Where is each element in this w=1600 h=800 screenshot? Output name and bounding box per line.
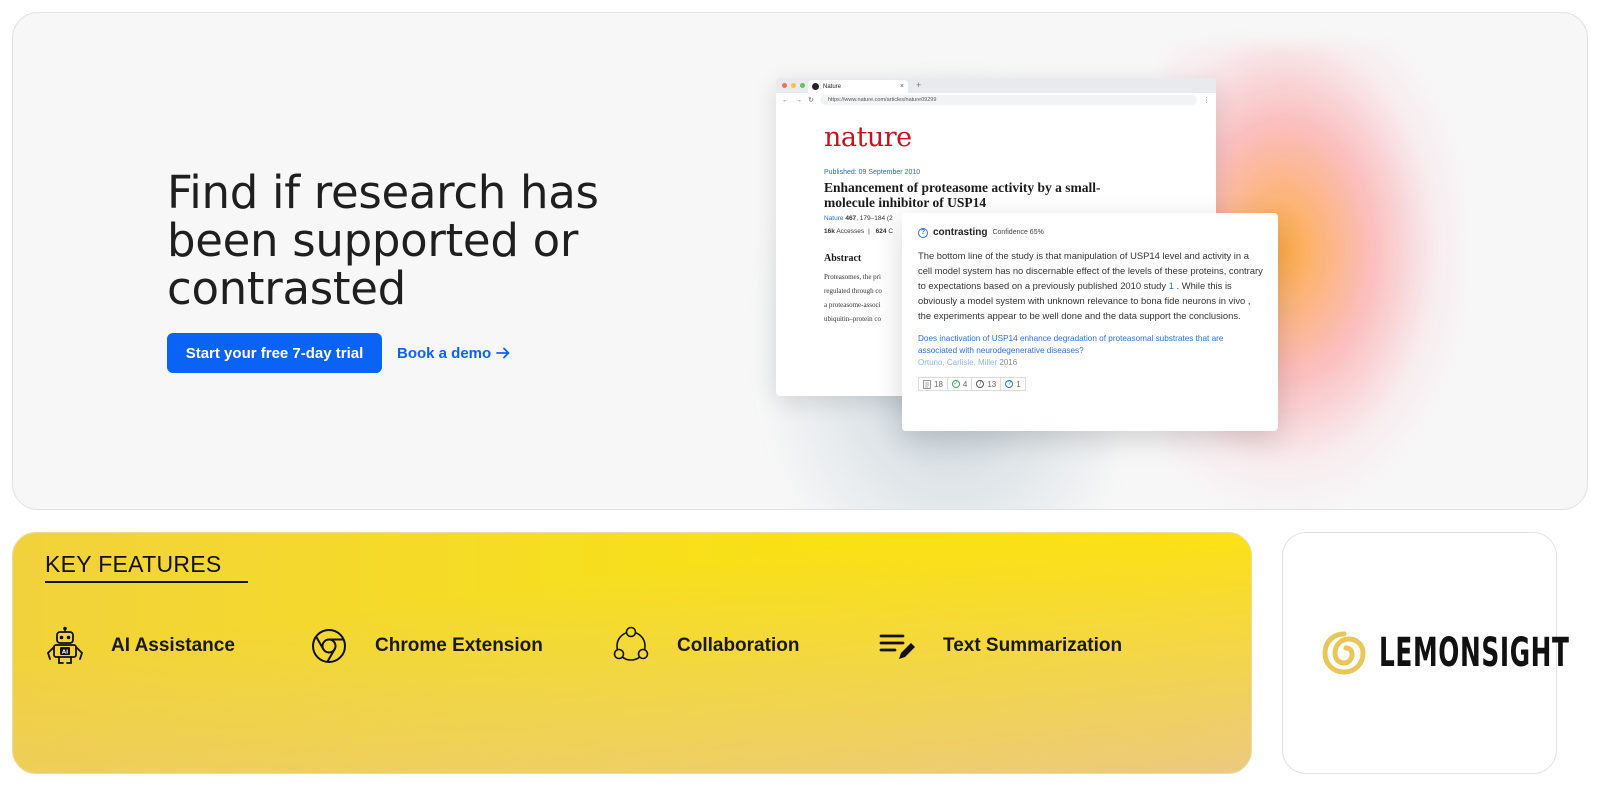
year: 2016 (999, 358, 1018, 367)
citation-popup: ? contrasting Confidence 65% The bottom … (902, 213, 1278, 431)
abstract-line: regulated through co (824, 287, 882, 295)
favicon-icon (812, 83, 819, 90)
citation-statement: The bottom line of the study is that man… (918, 248, 1264, 323)
article-title: Enhancement of proteasome activity by a … (824, 180, 1101, 210)
citations-label: C (888, 228, 894, 235)
new-tab-icon: + (916, 80, 922, 90)
feature-label: Collaboration (677, 635, 800, 656)
reload-icon: ↻ (808, 97, 814, 104)
url-field: https://www.nature.com/articles/nature09… (819, 95, 1197, 105)
accesses-count: 16k (824, 228, 835, 235)
collaboration-icon (613, 626, 649, 661)
browser-tab: Nature × (808, 80, 908, 93)
close-tab-icon: × (899, 83, 904, 90)
stat-total: 18 (918, 377, 948, 391)
forward-icon: → (795, 96, 802, 104)
brand-card: LEMONSIGHT (1282, 532, 1570, 774)
journal-name: Nature (824, 215, 844, 222)
feature-label: Chrome Extension (375, 635, 543, 656)
key-features-heading: KEY FEATURES (45, 551, 222, 577)
close-dot-icon (782, 83, 787, 88)
accesses-label: Accesses (836, 228, 865, 235)
arrow-right-icon (496, 347, 510, 359)
authors: Ortuno, Carlisle, Miller (918, 358, 998, 367)
heading-underline (45, 581, 248, 583)
stat-mentioning: / 13 (972, 377, 1002, 391)
feature-label: Text Summarization (943, 635, 1123, 656)
abstract-text: Proteasomes, the pri regulated through c… (824, 270, 904, 326)
start-trial-button[interactable]: Start your free 7-day trial (167, 333, 382, 373)
feature-label: AI Assistance (111, 635, 235, 656)
brand-name: LEMONSIGHT (1378, 630, 1570, 676)
svg-text:AI: AI (62, 650, 68, 656)
maximize-dot-icon (800, 83, 805, 88)
minimize-dot-icon (791, 83, 796, 88)
journal-pages: , 179–184 (2 (856, 215, 893, 222)
chrome-icon (312, 629, 346, 663)
robot-icon: AI (46, 626, 84, 664)
confidence-label: Confidence 65% (992, 229, 1044, 236)
feature-chrome-extension: Chrome Extension (309, 625, 543, 667)
feature-collaboration: Collaboration (611, 625, 799, 667)
browser-urlbar: ← → ↻ https://www.nature.com/articles/na… (776, 93, 1216, 107)
browser-tabbar: Nature × + (776, 78, 1216, 93)
nature-logo: nature (824, 122, 912, 153)
popup-header: ? contrasting Confidence 65% (918, 227, 1262, 238)
abstract-line: Proteasomes, the pri (824, 273, 881, 281)
document-icon (923, 379, 931, 389)
stat-total-count: 18 (934, 379, 943, 389)
stat-mentioning-count: 13 (987, 379, 997, 389)
feature-ai-assistance: AI AI Assistance (45, 625, 235, 667)
journal-volume: 467 (845, 215, 857, 222)
book-demo-link[interactable]: Book a demo (397, 333, 511, 373)
abstract-line: a proteasome-associ (824, 301, 881, 309)
stat-supporting: ✓ 4 (947, 377, 973, 391)
stat-contrasting: ? 1 (1001, 377, 1026, 391)
tab-title: Nature (823, 83, 842, 90)
back-icon: ← (782, 96, 789, 104)
stat-contrasting-count: 1 (1016, 379, 1021, 389)
stat-supporting-count: 4 (962, 379, 968, 389)
text-summarization-icon (879, 634, 915, 659)
published-date: Published: 09 September 2010 (824, 169, 921, 176)
mention-icon: / (976, 380, 985, 388)
lemonsight-logo-icon (1321, 631, 1366, 675)
check-icon: ✓ (951, 380, 960, 388)
more-menu-icon: ⋮ (1203, 97, 1210, 104)
citing-paper-authors: Ortuno, Carlisle, Miller 2016 (918, 358, 1262, 367)
citing-paper-title[interactable]: Does inactivation of USP14 enhance degra… (918, 333, 1258, 357)
abstract-line: ubiquitin–protein co (824, 315, 881, 323)
book-demo-label: Book a demo (397, 344, 492, 362)
key-features-section: KEY FEATURES AI AI Assistance Chrome Ext… (12, 532, 1252, 774)
window-controls (782, 83, 805, 88)
citations-count: 624 (875, 228, 887, 235)
question-icon: ? (1005, 380, 1014, 388)
question-icon: ? (918, 227, 928, 238)
feature-text-summarization: Text Summarization (877, 625, 1122, 667)
citation-type-label: contrasting (933, 227, 988, 238)
citation-stats: 18 ✓ 4 / 13 ? 1 (918, 377, 1262, 391)
hero-title: Find if research has been supported or c… (167, 166, 599, 315)
